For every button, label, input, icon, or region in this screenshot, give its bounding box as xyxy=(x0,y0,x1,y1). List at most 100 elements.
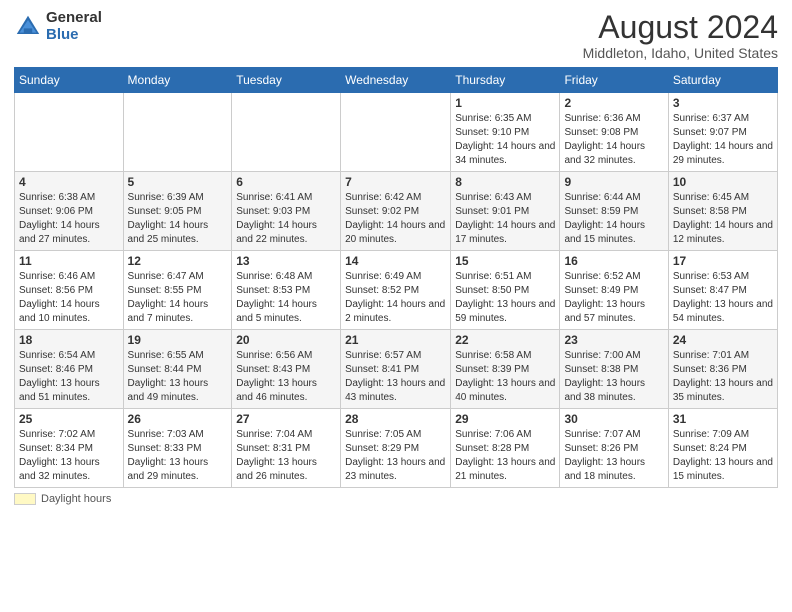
day-info: Sunrise: 6:56 AM Sunset: 8:43 PM Dayligh… xyxy=(236,349,336,405)
day-info: Sunrise: 6:57 AM Sunset: 8:41 PM Dayligh… xyxy=(345,349,446,405)
calendar-header: SundayMondayTuesdayWednesdayThursdayFrid… xyxy=(15,68,778,93)
day-info: Sunrise: 7:04 AM Sunset: 8:31 PM Dayligh… xyxy=(236,428,336,484)
day-number: 25 xyxy=(19,412,119,426)
day-number: 4 xyxy=(19,175,119,189)
day-info: Sunrise: 6:44 AM Sunset: 8:59 PM Dayligh… xyxy=(564,191,663,247)
day-info: Sunrise: 6:42 AM Sunset: 9:02 PM Dayligh… xyxy=(345,191,446,247)
calendar-cell: 31 Sunrise: 7:09 AM Sunset: 8:24 PM Dayli… xyxy=(668,409,777,488)
calendar-cell: 5 Sunrise: 6:39 AM Sunset: 9:05 PM Daylig… xyxy=(123,172,232,251)
day-number: 13 xyxy=(236,254,336,268)
weekday-header: Tuesday xyxy=(232,68,341,93)
weekday-header: Sunday xyxy=(15,68,124,93)
day-info: Sunrise: 6:55 AM Sunset: 8:44 PM Dayligh… xyxy=(128,349,228,405)
day-info: Sunrise: 7:02 AM Sunset: 8:34 PM Dayligh… xyxy=(19,428,119,484)
day-number: 29 xyxy=(455,412,555,426)
calendar-body: 1Sunrise: 6:35 AM Sunset: 9:10 PM Daylig… xyxy=(15,93,778,488)
day-info: Sunrise: 7:01 AM Sunset: 8:36 PM Dayligh… xyxy=(673,349,773,405)
day-number: 26 xyxy=(128,412,228,426)
day-info: Sunrise: 6:48 AM Sunset: 8:53 PM Dayligh… xyxy=(236,270,336,326)
day-number: 14 xyxy=(345,254,446,268)
calendar-cell: 13 Sunrise: 6:48 AM Sunset: 8:53 PM Dayli… xyxy=(232,251,341,330)
day-info: Sunrise: 7:00 AM Sunset: 8:38 PM Dayligh… xyxy=(564,349,663,405)
calendar-cell xyxy=(232,93,341,172)
calendar-cell: 14Sunrise: 6:49 AM Sunset: 8:52 PM Dayli… xyxy=(341,251,451,330)
calendar-cell: 16 Sunrise: 6:52 AM Sunset: 8:49 PM Dayli… xyxy=(560,251,668,330)
calendar-cell: 27 Sunrise: 7:04 AM Sunset: 8:31 PM Dayli… xyxy=(232,409,341,488)
day-number: 30 xyxy=(564,412,663,426)
calendar-cell xyxy=(123,93,232,172)
day-number: 24 xyxy=(673,333,773,347)
day-info: Sunrise: 7:05 AM Sunset: 8:29 PM Dayligh… xyxy=(345,428,446,484)
calendar-cell: 8 Sunrise: 6:43 AM Sunset: 9:01 PM Daylig… xyxy=(451,172,560,251)
day-info: Sunrise: 7:07 AM Sunset: 8:26 PM Dayligh… xyxy=(564,428,663,484)
day-info: Sunrise: 6:37 AM Sunset: 9:07 PM Dayligh… xyxy=(673,112,773,168)
day-number: 12 xyxy=(128,254,228,268)
calendar-cell: 7 Sunrise: 6:42 AM Sunset: 9:02 PM Daylig… xyxy=(341,172,451,251)
calendar-week-row: 11Sunrise: 6:46 AM Sunset: 8:56 PM Dayli… xyxy=(15,251,778,330)
day-number: 16 xyxy=(564,254,663,268)
calendar-cell: 4Sunrise: 6:38 AM Sunset: 9:06 PM Daylig… xyxy=(15,172,124,251)
day-info: Sunrise: 6:41 AM Sunset: 9:03 PM Dayligh… xyxy=(236,191,336,247)
calendar-cell: 12 Sunrise: 6:47 AM Sunset: 8:55 PM Dayli… xyxy=(123,251,232,330)
day-info: Sunrise: 6:39 AM Sunset: 9:05 PM Dayligh… xyxy=(128,191,228,247)
day-info: Sunrise: 6:47 AM Sunset: 8:55 PM Dayligh… xyxy=(128,270,228,326)
calendar-cell: 6 Sunrise: 6:41 AM Sunset: 9:03 PM Daylig… xyxy=(232,172,341,251)
calendar-cell: 29 Sunrise: 7:06 AM Sunset: 8:28 PM Dayli… xyxy=(451,409,560,488)
day-number: 3 xyxy=(673,96,773,110)
day-info: Sunrise: 6:36 AM Sunset: 9:08 PM Dayligh… xyxy=(564,112,663,168)
day-number: 9 xyxy=(564,175,663,189)
calendar-cell: 26Sunrise: 7:03 AM Sunset: 8:33 PM Dayli… xyxy=(123,409,232,488)
weekday-header: Saturday xyxy=(668,68,777,93)
calendar-cell: 20 Sunrise: 6:56 AM Sunset: 8:43 PM Dayli… xyxy=(232,330,341,409)
weekday-header: Friday xyxy=(560,68,668,93)
day-number: 27 xyxy=(236,412,336,426)
day-info: Sunrise: 6:52 AM Sunset: 8:49 PM Dayligh… xyxy=(564,270,663,326)
day-number: 20 xyxy=(236,333,336,347)
day-info: Sunrise: 6:51 AM Sunset: 8:50 PM Dayligh… xyxy=(455,270,555,326)
calendar-week-row: 18 Sunrise: 6:54 AM Sunset: 8:46 PM Dayli… xyxy=(15,330,778,409)
calendar-cell: 18 Sunrise: 6:54 AM Sunset: 8:46 PM Dayli… xyxy=(15,330,124,409)
calendar-week-row: 25 Sunrise: 7:02 AM Sunset: 8:34 PM Dayli… xyxy=(15,409,778,488)
title-block: August 2024 Middleton, Idaho, United Sta… xyxy=(583,10,778,61)
day-number: 2 xyxy=(564,96,663,110)
day-number: 18 xyxy=(19,333,119,347)
day-number: 17 xyxy=(673,254,773,268)
logo-text: General Blue xyxy=(46,10,102,43)
day-info: Sunrise: 7:09 AM Sunset: 8:24 PM Dayligh… xyxy=(673,428,773,484)
day-number: 15 xyxy=(455,254,555,268)
calendar-cell xyxy=(341,93,451,172)
calendar-cell: 15 Sunrise: 6:51 AM Sunset: 8:50 PM Dayli… xyxy=(451,251,560,330)
day-number: 23 xyxy=(564,333,663,347)
calendar-cell: 25 Sunrise: 7:02 AM Sunset: 8:34 PM Dayli… xyxy=(15,409,124,488)
calendar-cell: 23 Sunrise: 7:00 AM Sunset: 8:38 PM Dayli… xyxy=(560,330,668,409)
day-number: 5 xyxy=(128,175,228,189)
logo-blue-text: Blue xyxy=(46,27,102,44)
calendar-cell: 30 Sunrise: 7:07 AM Sunset: 8:26 PM Dayli… xyxy=(560,409,668,488)
day-info: Sunrise: 7:06 AM Sunset: 8:28 PM Dayligh… xyxy=(455,428,555,484)
daylight-swatch xyxy=(14,493,36,505)
weekday-header: Thursday xyxy=(451,68,560,93)
calendar-cell: 22Sunrise: 6:58 AM Sunset: 8:39 PM Dayli… xyxy=(451,330,560,409)
day-number: 31 xyxy=(673,412,773,426)
day-number: 6 xyxy=(236,175,336,189)
calendar-cell: 28Sunrise: 7:05 AM Sunset: 8:29 PM Dayli… xyxy=(341,409,451,488)
day-number: 8 xyxy=(455,175,555,189)
day-info: Sunrise: 6:43 AM Sunset: 9:01 PM Dayligh… xyxy=(455,191,555,247)
daylight-label: Daylight hours xyxy=(41,493,111,505)
day-info: Sunrise: 6:46 AM Sunset: 8:56 PM Dayligh… xyxy=(19,270,119,326)
calendar-cell: 2 Sunrise: 6:36 AM Sunset: 9:08 PM Daylig… xyxy=(560,93,668,172)
day-info: Sunrise: 6:58 AM Sunset: 8:39 PM Dayligh… xyxy=(455,349,555,405)
calendar-table: SundayMondayTuesdayWednesdayThursdayFrid… xyxy=(14,67,778,488)
calendar-cell: 11Sunrise: 6:46 AM Sunset: 8:56 PM Dayli… xyxy=(15,251,124,330)
day-number: 10 xyxy=(673,175,773,189)
day-info: Sunrise: 6:45 AM Sunset: 8:58 PM Dayligh… xyxy=(673,191,773,247)
calendar-cell: 24 Sunrise: 7:01 AM Sunset: 8:36 PM Dayli… xyxy=(668,330,777,409)
day-number: 7 xyxy=(345,175,446,189)
day-info: Sunrise: 6:54 AM Sunset: 8:46 PM Dayligh… xyxy=(19,349,119,405)
day-info: Sunrise: 6:35 AM Sunset: 9:10 PM Dayligh… xyxy=(455,112,555,168)
logo: General Blue xyxy=(14,10,102,43)
calendar-cell: 21Sunrise: 6:57 AM Sunset: 8:41 PM Dayli… xyxy=(341,330,451,409)
logo-icon xyxy=(14,13,42,41)
day-number: 19 xyxy=(128,333,228,347)
page: General Blue August 2024 Middleton, Idah… xyxy=(0,0,792,513)
